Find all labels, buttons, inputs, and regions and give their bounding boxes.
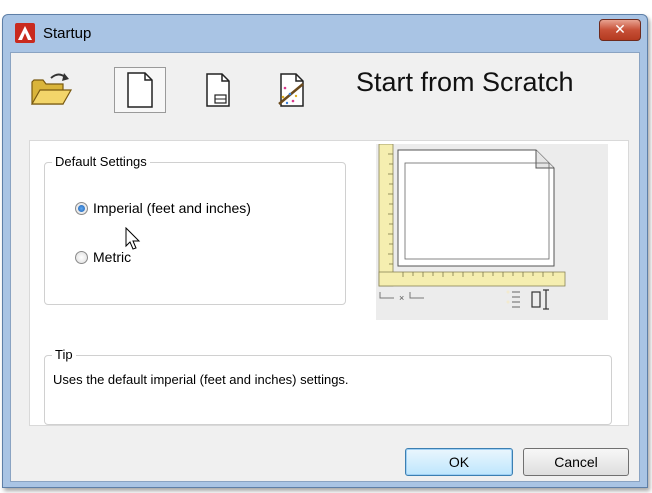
blank-page-icon <box>127 72 153 108</box>
use-wizard-button[interactable] <box>266 67 318 113</box>
svg-text:×: × <box>399 293 404 303</box>
mouse-pointer-icon <box>125 227 141 250</box>
window-title: Startup <box>43 25 92 42</box>
default-settings-label: Default Settings <box>52 154 150 169</box>
title-bar[interactable]: Startup ✕ <box>3 15 647 53</box>
use-template-button[interactable] <box>192 67 244 113</box>
autocad-logo-icon <box>15 23 35 43</box>
default-settings-group: Default Settings Imperial (feet and inch… <box>44 154 346 305</box>
settings-pane: Default Settings Imperial (feet and inch… <box>29 140 629 426</box>
metric-radio[interactable] <box>75 250 88 264</box>
tip-group: Tip Uses the default imperial (feet and … <box>44 347 612 425</box>
close-icon: ✕ <box>614 22 626 38</box>
imperial-radio[interactable] <box>75 201 88 215</box>
imperial-radio-option[interactable]: Imperial (feet and inches) <box>75 200 251 216</box>
startup-dialog: Startup ✕ Start from Scratch Default Set… <box>2 14 648 488</box>
cancel-button[interactable]: Cancel <box>523 448 629 476</box>
open-drawing-button[interactable] <box>25 67 77 113</box>
tip-text: Uses the default imperial (feet and inch… <box>53 372 349 387</box>
metric-radio-option[interactable]: Metric <box>75 249 131 265</box>
start-from-scratch-button[interactable] <box>114 67 166 113</box>
tip-label: Tip <box>52 347 76 362</box>
imperial-label[interactable]: Imperial (feet and inches) <box>93 200 251 216</box>
metric-label[interactable]: Metric <box>93 249 131 265</box>
template-page-icon <box>206 73 230 107</box>
mode-title: Start from Scratch <box>356 67 574 97</box>
drawing-preview: × <box>376 144 608 320</box>
wizard-icon <box>278 73 304 107</box>
ok-button[interactable]: OK <box>405 448 513 476</box>
folder-open-icon <box>30 73 73 105</box>
close-button[interactable]: ✕ <box>599 19 641 41</box>
dialog-client-area: Start from Scratch Default Settings Impe… <box>10 52 640 482</box>
